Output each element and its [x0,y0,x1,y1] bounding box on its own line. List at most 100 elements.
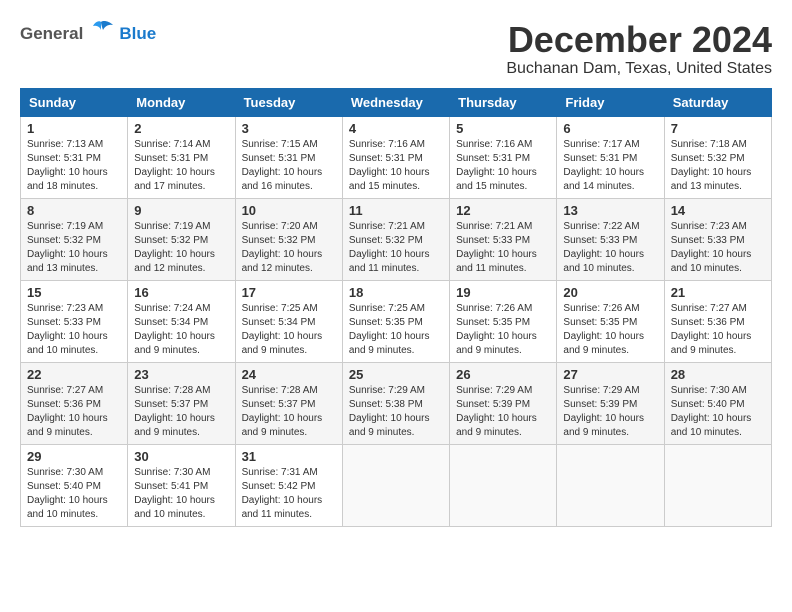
day-info: Sunrise: 7:18 AMSunset: 5:32 PMDaylight:… [671,139,752,192]
weekday-header-thursday: Thursday [450,88,557,116]
day-info: Sunrise: 7:20 AMSunset: 5:32 PMDaylight:… [242,221,323,274]
day-info: Sunrise: 7:31 AMSunset: 5:42 PMDaylight:… [242,467,323,520]
calendar-cell: 17 Sunrise: 7:25 AMSunset: 5:34 PMDaylig… [235,280,342,362]
calendar-cell: 28 Sunrise: 7:30 AMSunset: 5:40 PMDaylig… [664,362,771,444]
week-row-2: 8 Sunrise: 7:19 AMSunset: 5:32 PMDayligh… [21,198,772,280]
day-info: Sunrise: 7:21 AMSunset: 5:32 PMDaylight:… [349,221,430,274]
calendar-cell: 29 Sunrise: 7:30 AMSunset: 5:40 PMDaylig… [21,444,128,526]
day-info: Sunrise: 7:30 AMSunset: 5:40 PMDaylight:… [671,385,752,438]
weekday-header-wednesday: Wednesday [342,88,449,116]
day-number: 5 [456,121,550,136]
weekday-header-saturday: Saturday [664,88,771,116]
day-info: Sunrise: 7:29 AMSunset: 5:39 PMDaylight:… [456,385,537,438]
week-row-1: 1 Sunrise: 7:13 AMSunset: 5:31 PMDayligh… [21,116,772,198]
day-info: Sunrise: 7:19 AMSunset: 5:32 PMDaylight:… [27,221,108,274]
day-info: Sunrise: 7:30 AMSunset: 5:40 PMDaylight:… [27,467,108,520]
day-number: 30 [134,449,228,464]
day-number: 14 [671,203,765,218]
calendar-cell: 23 Sunrise: 7:28 AMSunset: 5:37 PMDaylig… [128,362,235,444]
day-info: Sunrise: 7:23 AMSunset: 5:33 PMDaylight:… [27,303,108,356]
day-info: Sunrise: 7:28 AMSunset: 5:37 PMDaylight:… [134,385,215,438]
day-number: 9 [134,203,228,218]
calendar-cell: 20 Sunrise: 7:26 AMSunset: 5:35 PMDaylig… [557,280,664,362]
day-info: Sunrise: 7:28 AMSunset: 5:37 PMDaylight:… [242,385,323,438]
day-info: Sunrise: 7:25 AMSunset: 5:34 PMDaylight:… [242,303,323,356]
day-number: 16 [134,285,228,300]
day-number: 18 [349,285,443,300]
day-info: Sunrise: 7:26 AMSunset: 5:35 PMDaylight:… [563,303,644,356]
day-number: 3 [242,121,336,136]
calendar-cell: 7 Sunrise: 7:18 AMSunset: 5:32 PMDayligh… [664,116,771,198]
calendar-cell: 8 Sunrise: 7:19 AMSunset: 5:32 PMDayligh… [21,198,128,280]
week-row-3: 15 Sunrise: 7:23 AMSunset: 5:33 PMDaylig… [21,280,772,362]
day-number: 27 [563,367,657,382]
logo-blue-text: Blue [119,24,156,44]
calendar-cell: 18 Sunrise: 7:25 AMSunset: 5:35 PMDaylig… [342,280,449,362]
calendar-cell: 5 Sunrise: 7:16 AMSunset: 5:31 PMDayligh… [450,116,557,198]
calendar-cell: 30 Sunrise: 7:30 AMSunset: 5:41 PMDaylig… [128,444,235,526]
day-number: 8 [27,203,121,218]
calendar-cell: 19 Sunrise: 7:26 AMSunset: 5:35 PMDaylig… [450,280,557,362]
day-number: 23 [134,367,228,382]
calendar-cell: 31 Sunrise: 7:31 AMSunset: 5:42 PMDaylig… [235,444,342,526]
day-number: 10 [242,203,336,218]
day-number: 22 [27,367,121,382]
day-number: 28 [671,367,765,382]
weekday-header-monday: Monday [128,88,235,116]
day-info: Sunrise: 7:19 AMSunset: 5:32 PMDaylight:… [134,221,215,274]
day-info: Sunrise: 7:30 AMSunset: 5:41 PMDaylight:… [134,467,215,520]
logo-general-text: General [20,24,83,44]
calendar-cell [450,444,557,526]
day-info: Sunrise: 7:15 AMSunset: 5:31 PMDaylight:… [242,139,323,192]
day-number: 4 [349,121,443,136]
weekday-header-tuesday: Tuesday [235,88,342,116]
day-info: Sunrise: 7:23 AMSunset: 5:33 PMDaylight:… [671,221,752,274]
calendar-cell: 25 Sunrise: 7:29 AMSunset: 5:38 PMDaylig… [342,362,449,444]
calendar-cell: 24 Sunrise: 7:28 AMSunset: 5:37 PMDaylig… [235,362,342,444]
day-info: Sunrise: 7:27 AMSunset: 5:36 PMDaylight:… [671,303,752,356]
logo-bird-icon [87,20,115,47]
day-number: 29 [27,449,121,464]
day-info: Sunrise: 7:25 AMSunset: 5:35 PMDaylight:… [349,303,430,356]
calendar-cell [664,444,771,526]
day-number: 13 [563,203,657,218]
day-info: Sunrise: 7:22 AMSunset: 5:33 PMDaylight:… [563,221,644,274]
day-number: 24 [242,367,336,382]
day-info: Sunrise: 7:14 AMSunset: 5:31 PMDaylight:… [134,139,215,192]
week-row-4: 22 Sunrise: 7:27 AMSunset: 5:36 PMDaylig… [21,362,772,444]
calendar-cell: 22 Sunrise: 7:27 AMSunset: 5:36 PMDaylig… [21,362,128,444]
calendar-cell: 2 Sunrise: 7:14 AMSunset: 5:31 PMDayligh… [128,116,235,198]
day-info: Sunrise: 7:16 AMSunset: 5:31 PMDaylight:… [349,139,430,192]
day-number: 2 [134,121,228,136]
day-number: 21 [671,285,765,300]
day-number: 25 [349,367,443,382]
day-info: Sunrise: 7:16 AMSunset: 5:31 PMDaylight:… [456,139,537,192]
weekday-header-sunday: Sunday [21,88,128,116]
day-number: 26 [456,367,550,382]
day-number: 17 [242,285,336,300]
page-header: General Blue December 2024 Buchanan Dam,… [20,20,772,78]
weekday-header-row: SundayMondayTuesdayWednesdayThursdayFrid… [21,88,772,116]
calendar-cell: 13 Sunrise: 7:22 AMSunset: 5:33 PMDaylig… [557,198,664,280]
calendar-cell: 6 Sunrise: 7:17 AMSunset: 5:31 PMDayligh… [557,116,664,198]
day-number: 1 [27,121,121,136]
month-title: December 2024 [506,20,772,60]
day-info: Sunrise: 7:29 AMSunset: 5:39 PMDaylight:… [563,385,644,438]
calendar-cell: 26 Sunrise: 7:29 AMSunset: 5:39 PMDaylig… [450,362,557,444]
calendar-cell: 15 Sunrise: 7:23 AMSunset: 5:33 PMDaylig… [21,280,128,362]
calendar-cell: 9 Sunrise: 7:19 AMSunset: 5:32 PMDayligh… [128,198,235,280]
day-number: 11 [349,203,443,218]
calendar-cell [557,444,664,526]
calendar-cell: 11 Sunrise: 7:21 AMSunset: 5:32 PMDaylig… [342,198,449,280]
calendar-cell: 16 Sunrise: 7:24 AMSunset: 5:34 PMDaylig… [128,280,235,362]
day-info: Sunrise: 7:27 AMSunset: 5:36 PMDaylight:… [27,385,108,438]
calendar-cell [342,444,449,526]
calendar-cell: 27 Sunrise: 7:29 AMSunset: 5:39 PMDaylig… [557,362,664,444]
day-number: 15 [27,285,121,300]
day-info: Sunrise: 7:26 AMSunset: 5:35 PMDaylight:… [456,303,537,356]
day-info: Sunrise: 7:17 AMSunset: 5:31 PMDaylight:… [563,139,644,192]
title-area: December 2024 Buchanan Dam, Texas, Unite… [506,20,772,78]
location-title: Buchanan Dam, Texas, United States [506,60,772,78]
weekday-header-friday: Friday [557,88,664,116]
calendar-cell: 4 Sunrise: 7:16 AMSunset: 5:31 PMDayligh… [342,116,449,198]
